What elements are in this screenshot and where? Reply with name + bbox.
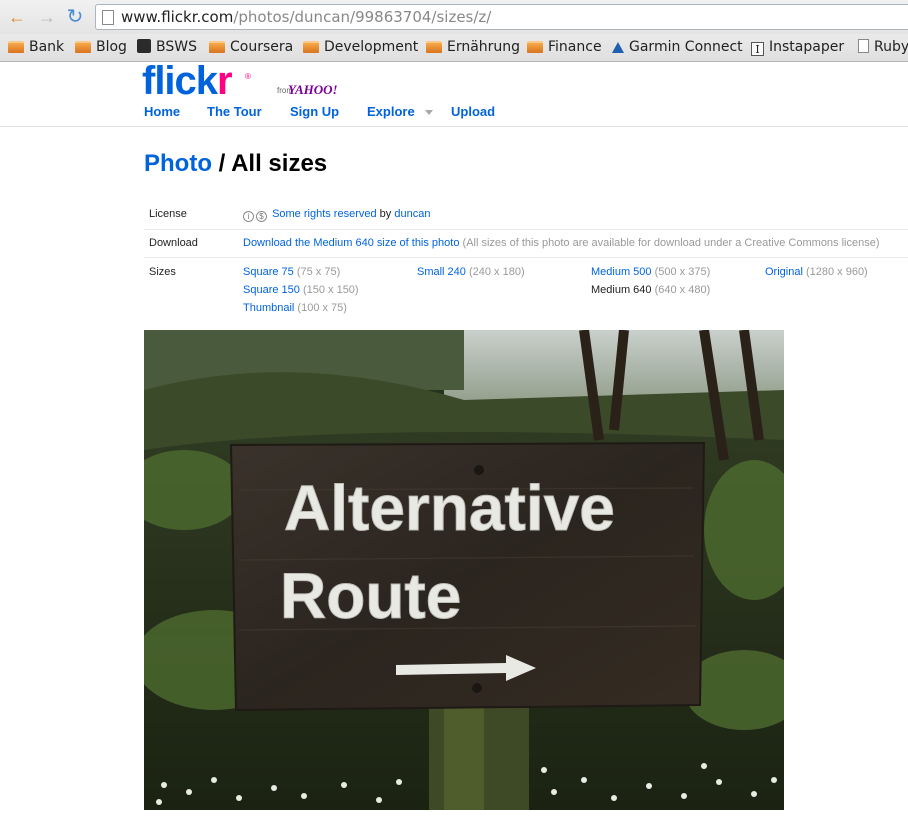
browser-toolbar: ← → ↻ www.flickr.com/photos/duncan/99863… <box>0 0 908 34</box>
bsws-icon <box>137 39 151 53</box>
size-dims: (500 x 375) <box>651 266 711 278</box>
cc-noncommercial-icon: $ <box>256 211 267 222</box>
flickr-logo[interactable]: flickr ® from YAHOO! <box>142 59 338 103</box>
size-dims: (240 x 180) <box>465 266 525 278</box>
bookmark-development[interactable]: Development <box>303 38 418 56</box>
size-original[interactable]: Original (1280 x 960) <box>765 266 868 278</box>
nav-home[interactable]: Home <box>144 104 180 119</box>
photo-image: Alternative Route <box>144 330 784 810</box>
size-name[interactable]: Medium 500 <box>591 266 652 278</box>
reload-icon[interactable]: ↻ <box>64 6 86 28</box>
url-path: /photos/duncan/99863704/sizes/z/ <box>233 8 492 26</box>
row-divider <box>144 257 908 258</box>
bookmark-finance[interactable]: Finance <box>527 38 602 56</box>
bookmark-bank[interactable]: Bank <box>8 38 64 56</box>
registered-mark-icon: ® <box>245 72 251 81</box>
page-icon <box>102 10 114 25</box>
row-divider <box>144 229 908 230</box>
chevron-down-icon[interactable] <box>425 110 433 115</box>
title-rest: / All sizes <box>211 150 328 177</box>
url-host: www.flickr.com <box>121 8 234 26</box>
yahoo-logo: YAHOO! <box>288 82 338 97</box>
bookmark-label: Finance <box>548 39 602 55</box>
nav-upload[interactable]: Upload <box>451 104 495 119</box>
nav-the-tour[interactable]: The Tour <box>207 104 262 119</box>
size-dims: (640 x 480) <box>651 284 711 296</box>
license-by: by <box>376 208 395 220</box>
size-name[interactable]: Square 75 <box>243 266 294 278</box>
back-arrow-icon[interactable]: ← <box>6 6 28 28</box>
url-text[interactable]: www.flickr.com/photos/duncan/99863704/si… <box>121 8 491 26</box>
logo-flick: flick <box>142 59 218 103</box>
bookmark-label: Development <box>324 39 419 55</box>
folder-icon <box>8 41 24 53</box>
garmin-icon <box>612 42 624 53</box>
folder-icon <box>426 41 442 53</box>
download-label: Download <box>149 237 198 249</box>
bookmarks-bar: Bank Blog BSWS Coursera Development Ernä… <box>0 34 908 62</box>
size-name[interactable]: Small 240 <box>417 266 466 278</box>
size-dims: (1280 x 960) <box>802 266 868 278</box>
bookmark-instapaper[interactable]: I Instapaper <box>751 38 844 56</box>
page-icon <box>858 39 869 53</box>
bookmark-label: Coursera <box>230 39 294 55</box>
download-value: Download the Medium 640 size of this pho… <box>243 237 880 249</box>
download-link[interactable]: Download the Medium 640 size of this pho… <box>243 237 459 249</box>
nav-sign-up[interactable]: Sign Up <box>290 104 339 119</box>
address-bar[interactable]: www.flickr.com/photos/duncan/99863704/si… <box>95 4 908 30</box>
size-dims: (75 x 75) <box>293 266 341 278</box>
size-dims: (150 x 150) <box>299 284 359 296</box>
size-thumbnail[interactable]: Thumbnail (100 x 75) <box>243 302 347 314</box>
bookmark-coursera[interactable]: Coursera <box>209 38 293 56</box>
bookmark-bsws[interactable]: BSWS <box>137 38 197 56</box>
size-medium-640-current: Medium 640 (640 x 480) <box>591 284 710 296</box>
bookmark-label: BSWS <box>156 39 197 55</box>
sign-text-alternative: Alternative <box>284 472 615 544</box>
instapaper-icon: I <box>751 42 764 56</box>
bookmark-label: Blog <box>96 39 127 55</box>
photo-page-link[interactable]: Photo <box>144 150 212 177</box>
size-name: Medium 640 <box>591 284 652 296</box>
size-name[interactable]: Original <box>765 266 803 278</box>
logo-r: r <box>217 59 233 103</box>
size-medium-500[interactable]: Medium 500 (500 x 375) <box>591 266 710 278</box>
bookmark-label: Bank <box>29 39 65 55</box>
size-small-240[interactable]: Small 240 (240 x 180) <box>417 266 525 278</box>
header-divider <box>0 126 908 127</box>
page-title: Photo / All sizes <box>144 150 327 178</box>
size-square-75[interactable]: Square 75 (75 x 75) <box>243 266 340 278</box>
bookmark-label: Instapaper <box>769 39 845 55</box>
nav-explore[interactable]: Explore <box>367 104 415 119</box>
size-name[interactable]: Thumbnail <box>243 302 294 314</box>
size-name[interactable]: Square 150 <box>243 284 300 296</box>
size-dims: (100 x 75) <box>294 302 347 314</box>
folder-icon <box>75 41 91 53</box>
sizes-label: Sizes <box>149 266 176 278</box>
forward-arrow-icon[interactable]: → <box>36 6 58 28</box>
license-value: i $ Some rights reserved by duncan <box>243 208 430 222</box>
bookmark-ernaehrung[interactable]: Ernährung <box>426 38 520 56</box>
folder-icon <box>209 41 225 53</box>
bookmark-ruby[interactable]: Ruby <box>858 38 908 56</box>
folder-icon <box>527 41 543 53</box>
sign-text-route: Route <box>280 560 461 632</box>
owner-link[interactable]: duncan <box>394 208 430 220</box>
download-note: (All sizes of this photo are available f… <box>459 237 880 249</box>
cc-attribution-icon: i <box>243 211 254 222</box>
size-square-150[interactable]: Square 150 (150 x 150) <box>243 284 359 296</box>
photo: Alternative Route <box>144 330 784 810</box>
folder-icon <box>303 41 319 53</box>
some-rights-reserved-link[interactable]: Some rights reserved <box>272 208 377 220</box>
bookmark-garmin-connect[interactable]: Garmin Connect <box>612 38 743 56</box>
bookmark-label: Ernährung <box>447 39 521 55</box>
license-label: License <box>149 208 187 220</box>
bookmark-blog[interactable]: Blog <box>75 38 127 56</box>
bookmark-label: Garmin Connect <box>629 39 743 55</box>
bookmark-label: Ruby <box>874 39 908 55</box>
